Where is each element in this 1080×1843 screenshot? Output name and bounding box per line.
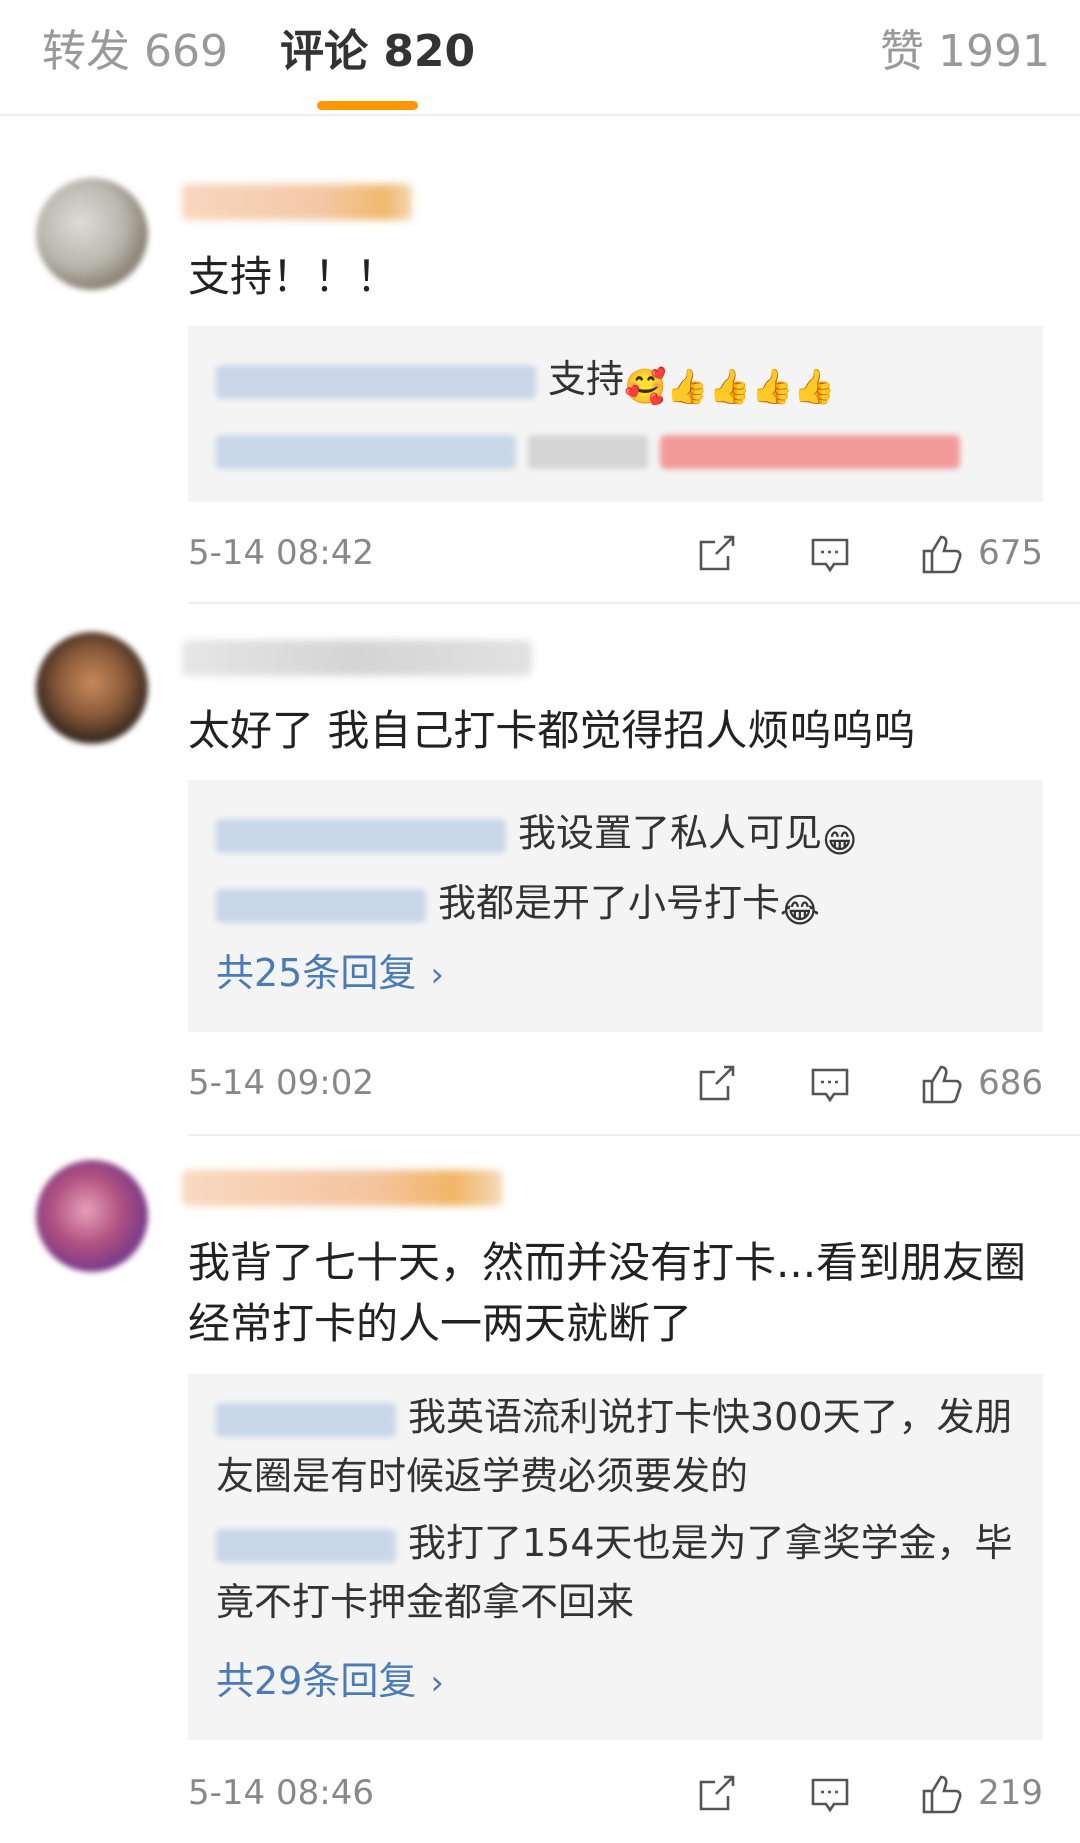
share-icon[interactable] (694, 532, 738, 576)
share-icon[interactable] (694, 1062, 738, 1106)
reply-item: 我都是开了小号打卡😂 (216, 874, 1023, 933)
comment-meta: 5-14 09:02 686 (188, 1058, 1043, 1108)
reply-username[interactable] (216, 434, 516, 469)
redacted-text (528, 434, 648, 469)
share-icon[interactable] (694, 1772, 738, 1816)
reply-username[interactable] (216, 364, 536, 399)
comment-time: 5-14 08:46 (188, 1773, 374, 1813)
reply-item: 我英语流利说打卡快300天了，发朋友圈是有时候返学费必须要发的 (216, 1388, 1023, 1506)
reply-item: 我设置了私人可见😁 (216, 804, 1023, 863)
more-replies-link[interactable]: 共25条回复 › (216, 944, 444, 1005)
comment-text: 我背了七十天，然而并没有打卡...看到朋友圈经常打卡的人一两天就断了 (188, 1238, 1027, 1348)
tab-reposts[interactable]: 转发 669 (42, 24, 228, 80)
emoji-icon: 😂 (780, 891, 820, 931)
chevron-right-icon: › (430, 1663, 444, 1703)
reply-item: 我打了154天也是为了拿奖学金，毕竟不打卡押金都拿不回来 (216, 1514, 1023, 1632)
more-replies-link[interactable]: 共29条回复 › (216, 1652, 444, 1713)
reply-text: 我设置了私人可见 (518, 811, 823, 855)
active-tab-indicator (317, 101, 418, 110)
comment-time: 5-14 08:42 (188, 533, 374, 573)
username[interactable] (182, 184, 412, 220)
emoji-icon: 😁 (822, 821, 858, 861)
reply-box[interactable]: 支持🥰👍👍👍👍 (188, 326, 1043, 502)
tab-bar: 转发 669 评论 820 赞 1991 (0, 0, 1080, 116)
like-count: 686 (978, 1063, 1043, 1103)
reply-username[interactable] (216, 1528, 396, 1563)
comment-meta: 5-14 08:42 675 (188, 528, 1043, 578)
tab-comments[interactable]: 评论 820 (280, 24, 475, 80)
reply-box[interactable]: 我设置了私人可见😁 我都是开了小号打卡😂 共25条回复 › (188, 780, 1043, 1032)
avatar[interactable] (36, 1160, 148, 1272)
tab-likes[interactable]: 赞 1991 (880, 24, 1050, 80)
chevron-right-icon: › (430, 955, 444, 995)
reply-username[interactable] (216, 888, 426, 923)
reply-item (216, 420, 1023, 479)
like-count: 675 (978, 533, 1043, 573)
comment-icon[interactable] (808, 1772, 852, 1816)
reply-item: 支持🥰👍👍👍👍 (216, 350, 1023, 409)
reply-username[interactable] (216, 1402, 396, 1437)
reply-text: 我都是开了小号打卡 (438, 881, 781, 925)
avatar[interactable] (36, 632, 148, 744)
comment-meta: 5-14 08:46 219 (188, 1768, 1043, 1818)
comment-text: 太好了 我自己打卡都觉得招人烦呜呜呜 (188, 706, 916, 755)
username[interactable] (182, 640, 532, 676)
comment-text: 支持！！！ (188, 252, 399, 301)
thumbs-up-icon[interactable] (920, 532, 964, 576)
redacted-text (660, 434, 960, 469)
divider (188, 1134, 1080, 1136)
comment-time: 5-14 09:02 (188, 1063, 374, 1103)
comment-icon[interactable] (808, 532, 852, 576)
reply-username[interactable] (216, 818, 506, 853)
divider (188, 602, 1080, 604)
reply-box[interactable]: 我英语流利说打卡快300天了，发朋友圈是有时候返学费必须要发的 我打了154天也… (188, 1374, 1043, 1740)
comment-icon[interactable] (808, 1062, 852, 1106)
thumbs-up-icon[interactable] (920, 1062, 964, 1106)
avatar[interactable] (36, 178, 148, 290)
reply-text: 支持 (548, 357, 625, 401)
like-count: 219 (978, 1773, 1043, 1813)
username[interactable] (182, 1170, 502, 1206)
emoji-icon: 🥰👍👍👍👍 (624, 367, 836, 407)
thumbs-up-icon[interactable] (920, 1772, 964, 1816)
